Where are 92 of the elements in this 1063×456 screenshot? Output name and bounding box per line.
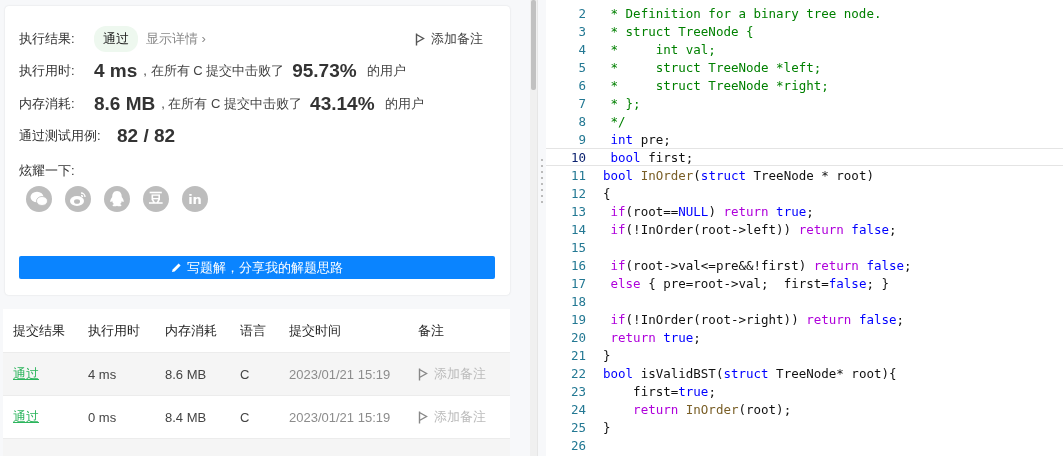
line-number: 19 <box>569 311 586 327</box>
tests-label: 通过测试用例: <box>19 127 102 145</box>
line-number: 18 <box>569 293 586 309</box>
suffix-text: 的用户 <box>366 62 406 80</box>
result-status: 通过 <box>94 26 138 52</box>
line-number: 2 <box>577 5 586 21</box>
code-line: } <box>603 419 611 435</box>
line-number: 26 <box>569 437 586 453</box>
line-number: 21 <box>569 347 586 363</box>
memory-cell-text: 8.4 MB <box>165 409 208 425</box>
code-line: if(!InOrder(root->right)) return false; <box>609 311 905 327</box>
code-line: return true; <box>609 329 701 345</box>
code-line: bool InOrder(struct TreeNode * root) <box>603 167 874 183</box>
linkedin-share-icon[interactable]: in <box>182 186 208 212</box>
add-note-link[interactable]: 添加备注 <box>431 30 483 48</box>
stat-value: 8.6 MB <box>94 93 156 115</box>
language-cell-text: C <box>240 366 251 382</box>
stat-label: 内存消耗: <box>19 95 76 113</box>
code-line: * int val; <box>609 41 716 57</box>
line-number: 9 <box>577 131 586 147</box>
code-line: * struct TreeNode *left; <box>609 59 822 75</box>
status-link[interactable]: 通过 <box>13 366 39 381</box>
column-header: 执行用时 <box>88 321 141 340</box>
submit-time-cell-text: 2023/01/21 15:19 <box>289 409 392 425</box>
code-line: if(!InOrder(root->left)) return false; <box>609 221 897 237</box>
beat-text: , 在所有 C 提交中击败了 <box>161 95 303 113</box>
tests-value: 82 / 82 <box>117 125 176 147</box>
line-number: 4 <box>577 41 586 57</box>
code-line: if(root->val<=pre&&!first) return false; <box>609 257 912 273</box>
column-header: 备注 <box>418 321 445 340</box>
penguin-share-icon[interactable] <box>104 186 130 212</box>
code-line: * struct TreeNode { <box>609 23 754 39</box>
code-line: */ <box>609 113 626 129</box>
share-label: 炫耀一下: <box>19 163 75 178</box>
line-number: 22 <box>569 365 586 381</box>
column-header: 提交结果 <box>13 321 66 340</box>
code-line: else { pre=root->val; first=false; } <box>609 275 889 291</box>
line-number: 11 <box>569 167 586 183</box>
write-solution-button[interactable]: 写题解，分享我的解题思路 <box>19 256 495 279</box>
stat-label: 执行用时: <box>19 62 76 80</box>
line-number: 5 <box>577 59 586 75</box>
line-number: 20 <box>569 329 586 345</box>
flag-icon <box>418 410 428 424</box>
weibo-share-icon[interactable] <box>65 186 91 212</box>
line-number: 7 <box>577 95 586 111</box>
show-details-link[interactable]: 显示详情 › <box>146 30 206 48</box>
douban-share-icon[interactable]: 豆 <box>143 186 169 212</box>
flag-icon <box>418 367 428 381</box>
line-number: 17 <box>569 275 586 291</box>
code-line: } <box>603 347 611 363</box>
pencil-icon <box>171 262 182 273</box>
code-line: int pre; <box>609 131 671 147</box>
line-number: 14 <box>569 221 586 237</box>
result-label: 执行结果: <box>19 30 76 48</box>
line-number: 12 <box>569 185 586 201</box>
line-number: 3 <box>577 23 586 39</box>
suffix-text: 的用户 <box>384 95 424 113</box>
line-number: 10 <box>569 149 586 165</box>
column-header: 内存消耗 <box>165 321 218 340</box>
column-header: 语言 <box>240 321 267 340</box>
line-number: 8 <box>577 113 586 129</box>
wechat-share-icon[interactable] <box>26 186 52 212</box>
submit-time-cell-text: 2023/01/21 15:19 <box>289 366 392 382</box>
line-number: 13 <box>569 203 586 219</box>
code-line: return InOrder(root); <box>632 401 792 417</box>
flag-icon <box>415 32 425 46</box>
runtime-cell-text: 4 ms <box>88 366 118 382</box>
language-cell-text: C <box>240 409 251 425</box>
line-number: 6 <box>577 77 586 93</box>
stat-value: 4 ms <box>94 60 138 82</box>
beat-percent: 43.14% <box>310 93 375 115</box>
code-line: if(root==NULL) return true; <box>609 203 814 219</box>
beat-text: , 在所有 C 提交中击败了 <box>143 62 285 80</box>
line-number: 24 <box>569 401 586 417</box>
code-line: bool isValidBST(struct TreeNode* root){ <box>603 365 897 381</box>
beat-percent: 95.73% <box>292 60 357 82</box>
code-line: * }; <box>609 95 641 111</box>
code-line: { <box>603 185 611 201</box>
column-header: 提交时间 <box>289 321 342 340</box>
line-number: 23 <box>569 383 586 399</box>
code-line: bool first; <box>609 149 694 165</box>
line-number: 16 <box>569 257 586 273</box>
line-number: 15 <box>569 239 586 255</box>
code-line: * Definition for a binary tree node. <box>609 5 882 21</box>
memory-cell-text: 8.6 MB <box>165 366 208 382</box>
code-line: first=true; <box>632 383 716 399</box>
scrollbar-thumb[interactable] <box>531 0 536 90</box>
runtime-cell-text: 0 ms <box>88 409 118 425</box>
line-number: 25 <box>569 419 586 435</box>
status-link[interactable]: 通过 <box>13 409 39 424</box>
add-note-link[interactable]: 添加备注 <box>434 408 486 426</box>
code-line: * struct TreeNode *right; <box>609 77 829 93</box>
